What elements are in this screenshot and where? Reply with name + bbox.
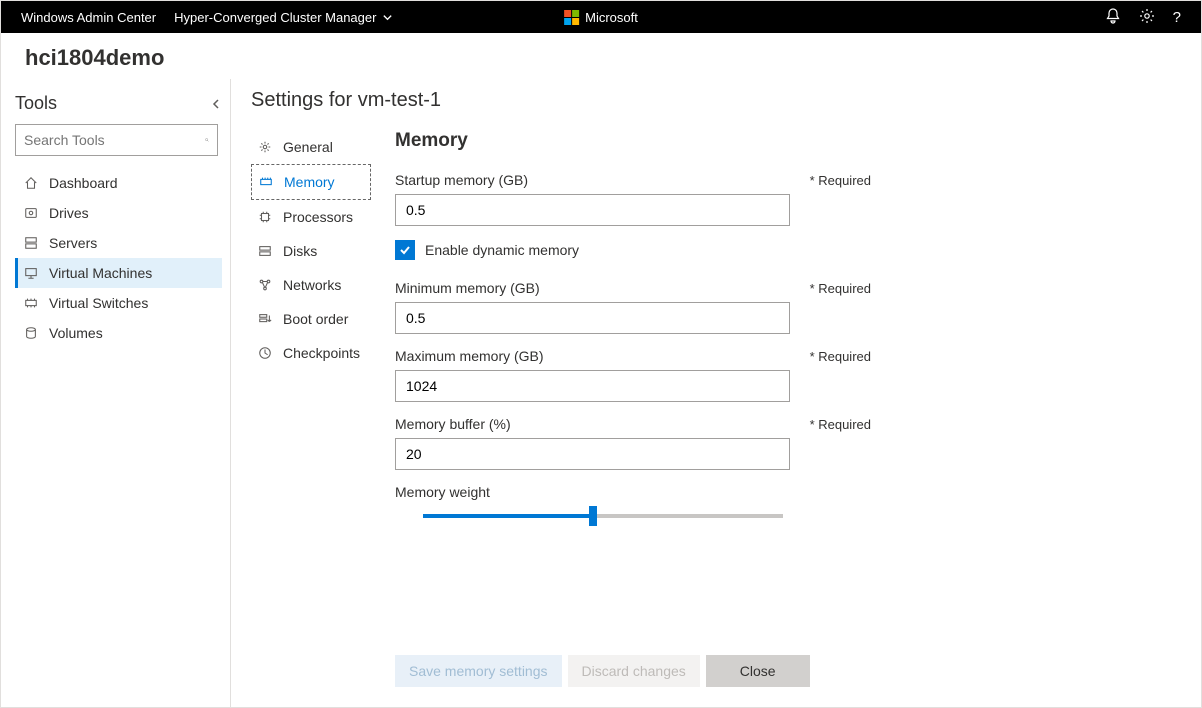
settings-nav-networks[interactable]: Networks <box>251 268 371 302</box>
disk-icon <box>257 244 273 258</box>
help-icon[interactable]: ? <box>1173 9 1181 26</box>
slider-fill <box>423 514 589 518</box>
search-icon <box>205 133 209 147</box>
startup-memory-label: Startup memory (GB) <box>395 172 528 188</box>
tool-servers[interactable]: Servers <box>15 228 222 258</box>
minimum-memory-input[interactable] <box>395 302 790 334</box>
required-indicator: * Required <box>810 281 871 296</box>
home-icon <box>23 176 39 190</box>
discard-button[interactable]: Discard changes <box>568 655 700 687</box>
required-indicator: * Required <box>810 417 871 432</box>
memory-weight-slider[interactable] <box>423 514 783 518</box>
save-button[interactable]: Save memory settings <box>395 655 562 687</box>
settings-nav-label: Processors <box>283 209 353 225</box>
dynamic-memory-label: Enable dynamic memory <box>425 242 579 258</box>
settings-nav-memory[interactable]: Memory <box>251 164 371 200</box>
search-tools-box[interactable] <box>15 124 218 156</box>
tool-label: Drives <box>49 205 89 221</box>
tool-label: Virtual Switches <box>49 295 148 311</box>
memory-settings-form: Memory Startup memory (GB) * Required En… <box>371 130 871 707</box>
tool-virtual-switches[interactable]: Virtual Switches <box>15 288 222 318</box>
memory-icon <box>258 175 274 189</box>
notifications-icon[interactable] <box>1105 8 1121 27</box>
settings-nav-disks[interactable]: Disks <box>251 234 371 268</box>
settings-nav-processors[interactable]: Processors <box>251 200 371 234</box>
boot-icon <box>257 312 273 326</box>
minimum-memory-label: Minimum memory (GB) <box>395 280 540 296</box>
microsoft-logo: Microsoft <box>564 10 638 25</box>
tool-virtual-machines[interactable]: Virtual Machines <box>15 258 222 288</box>
tool-label: Virtual Machines <box>49 265 152 281</box>
context-dropdown[interactable]: Hyper-Converged Cluster Manager <box>174 10 393 25</box>
close-button[interactable]: Close <box>706 655 810 687</box>
settings-nav-general[interactable]: General <box>251 130 371 164</box>
tool-label: Servers <box>49 235 97 251</box>
settings-nav: General Memory Processors Disks Networks <box>251 130 371 707</box>
slider-thumb[interactable] <box>589 506 597 526</box>
app-title: Windows Admin Center <box>21 10 156 25</box>
memory-buffer-input[interactable] <box>395 438 790 470</box>
required-indicator: * Required <box>810 349 871 364</box>
cluster-name: hci1804demo <box>1 33 1201 79</box>
memory-buffer-label: Memory buffer (%) <box>395 416 511 432</box>
vm-icon <box>23 266 39 280</box>
settings-nav-label: Memory <box>284 174 335 190</box>
tool-drives[interactable]: Drives <box>15 198 222 228</box>
startup-memory-input[interactable] <box>395 194 790 226</box>
section-title: Memory <box>395 130 871 152</box>
settings-nav-label: General <box>283 139 333 155</box>
maximum-memory-label: Maximum memory (GB) <box>395 348 544 364</box>
checkpoint-icon <box>257 346 273 360</box>
maximum-memory-input[interactable] <box>395 370 790 402</box>
top-bar: Windows Admin Center Hyper-Converged Clu… <box>1 1 1201 33</box>
network-icon <box>257 278 273 292</box>
volume-icon <box>23 326 39 340</box>
tool-label: Volumes <box>49 325 103 341</box>
settings-nav-checkpoints[interactable]: Checkpoints <box>251 336 371 370</box>
settings-heading: Settings for vm-test-1 <box>251 89 1201 112</box>
settings-nav-boot-order[interactable]: Boot order <box>251 302 371 336</box>
gear-icon <box>257 140 273 154</box>
gear-icon[interactable] <box>1139 8 1155 27</box>
memory-weight-label: Memory weight <box>395 484 490 500</box>
tools-panel: Tools Dashboard Drives Servers Virtual M… <box>1 79 231 707</box>
tool-label: Dashboard <box>49 175 118 191</box>
required-indicator: * Required <box>810 173 871 188</box>
processor-icon <box>257 210 273 224</box>
tools-heading: Tools <box>15 93 57 114</box>
settings-nav-label: Checkpoints <box>283 345 360 361</box>
search-input[interactable] <box>24 132 205 148</box>
dynamic-memory-checkbox[interactable] <box>395 240 415 260</box>
settings-nav-label: Disks <box>283 243 317 259</box>
tool-volumes[interactable]: Volumes <box>15 318 222 348</box>
chevron-down-icon <box>382 12 393 23</box>
switch-icon <box>23 296 39 310</box>
server-icon <box>23 236 39 250</box>
collapse-icon[interactable] <box>210 98 222 110</box>
settings-nav-label: Boot order <box>283 311 348 327</box>
drive-icon <box>23 206 39 220</box>
settings-nav-label: Networks <box>283 277 341 293</box>
context-dropdown-label: Hyper-Converged Cluster Manager <box>174 10 376 25</box>
microsoft-label: Microsoft <box>585 10 638 25</box>
tool-dashboard[interactable]: Dashboard <box>15 168 222 198</box>
